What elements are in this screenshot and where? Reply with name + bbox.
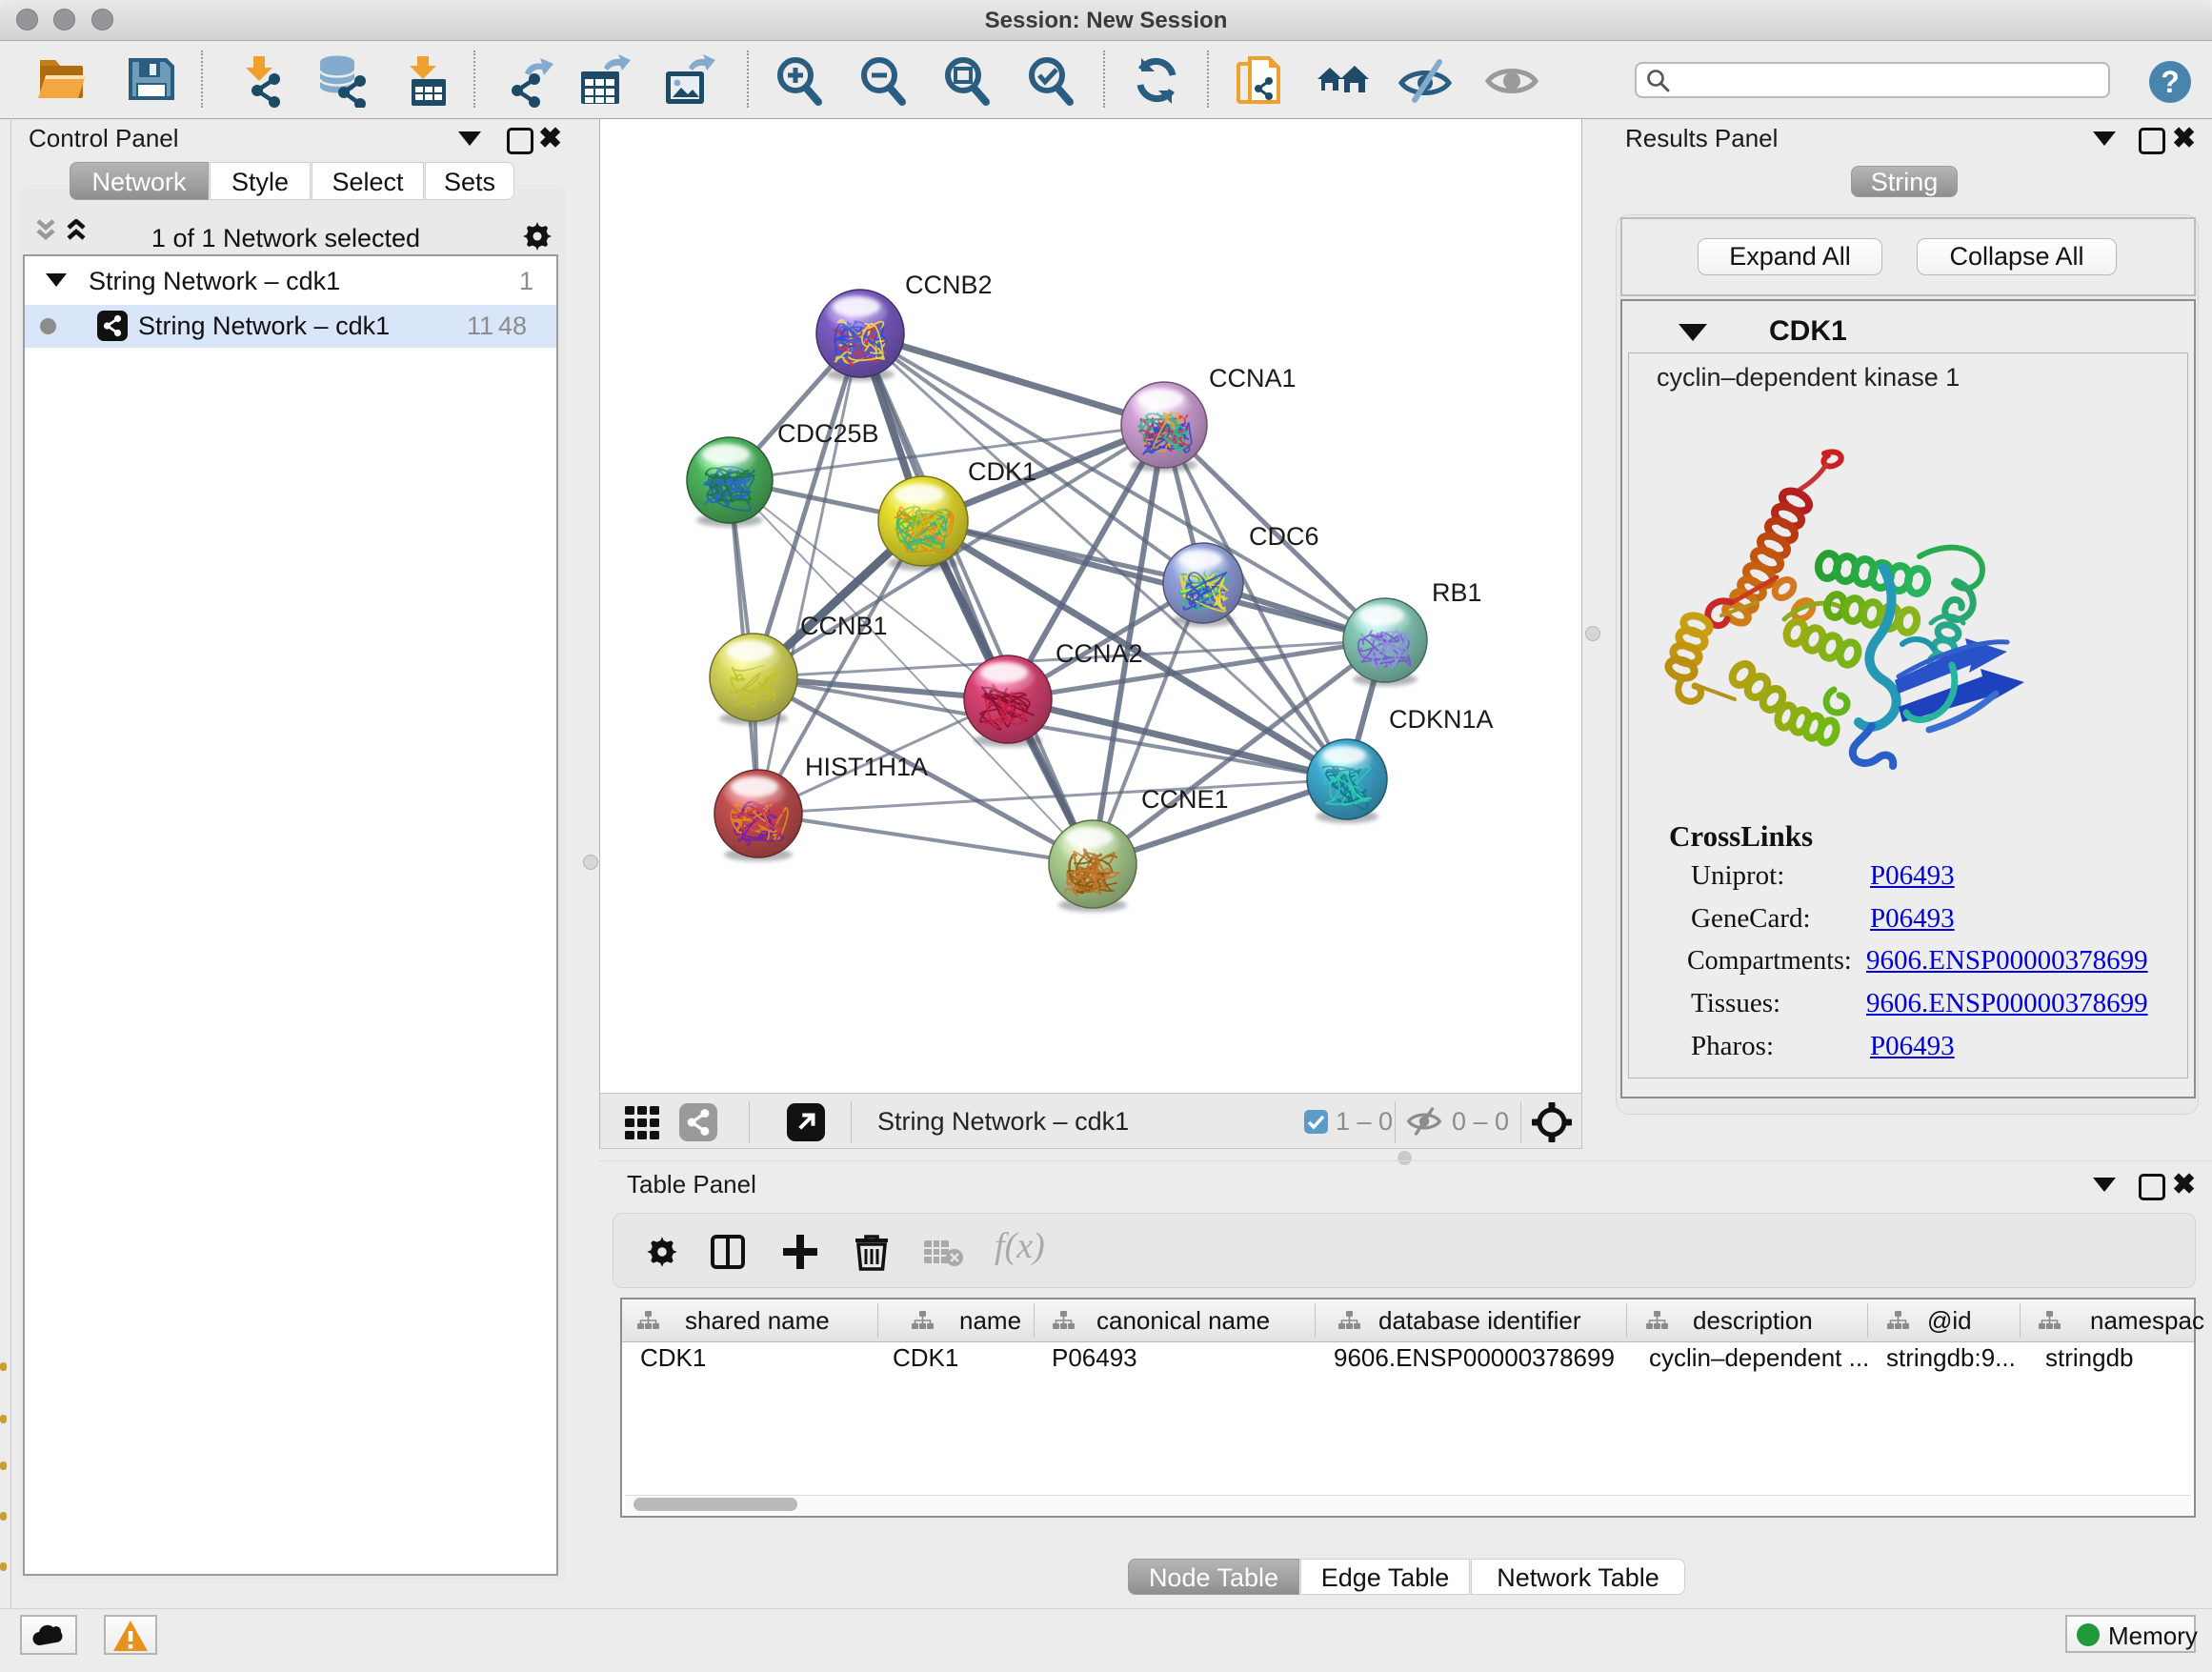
svg-text:CDC6: CDC6 (1249, 522, 1319, 551)
svg-text:CCNB2: CCNB2 (905, 271, 993, 299)
svg-text:CDC25B: CDC25B (777, 419, 879, 448)
svg-text:RB1: RB1 (1432, 578, 1482, 607)
svg-text:CCNA2: CCNA2 (1056, 639, 1143, 668)
svg-text:CDKN1A: CDKN1A (1389, 705, 1494, 734)
svg-text:CDK1: CDK1 (968, 457, 1036, 486)
svg-text:CCNB1: CCNB1 (800, 612, 888, 640)
svg-text:CCNA1: CCNA1 (1209, 364, 1297, 393)
svg-text:CCNE1: CCNE1 (1141, 785, 1229, 814)
svg-text:HIST1H1A: HIST1H1A (805, 753, 928, 781)
